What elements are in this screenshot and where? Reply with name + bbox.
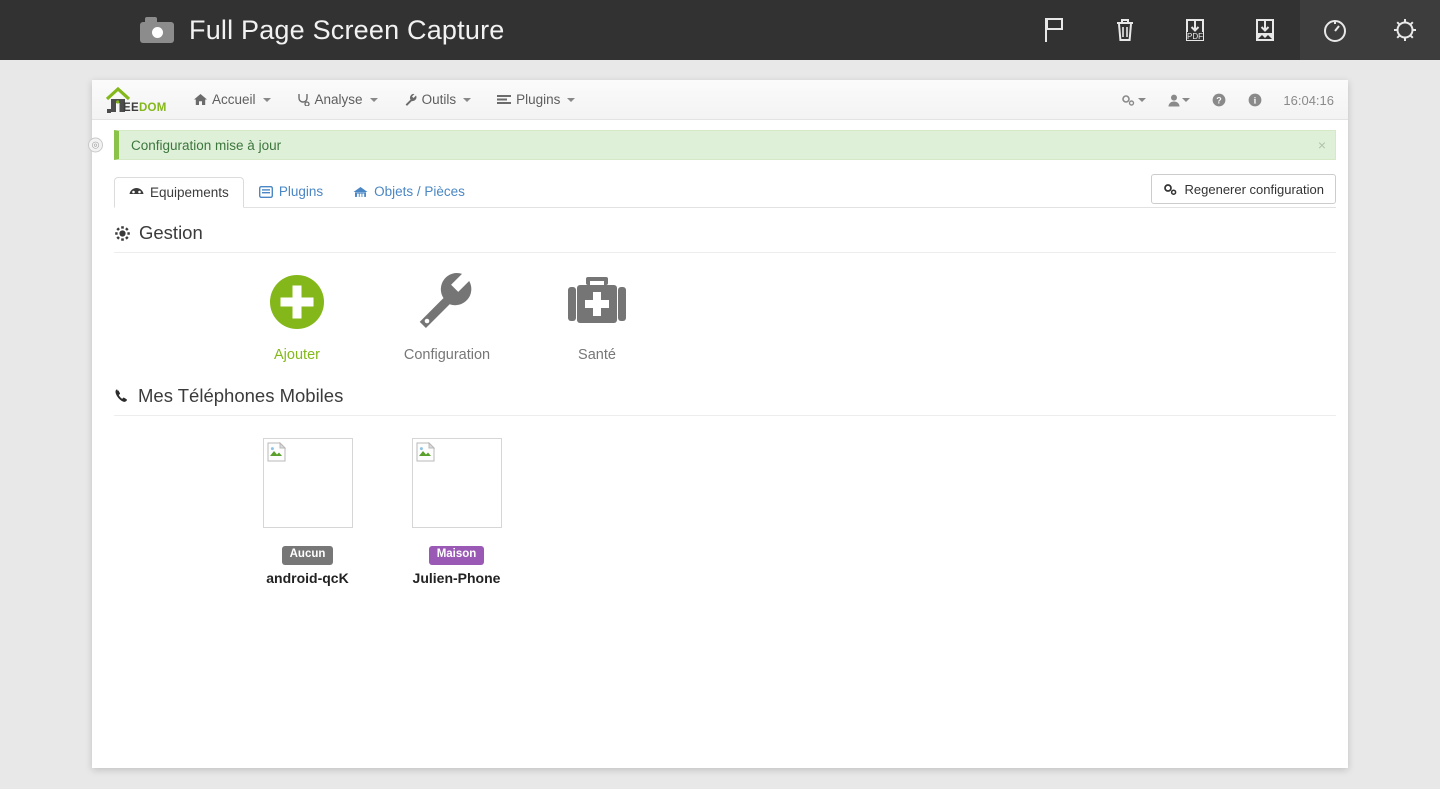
jeedom-logo[interactable]: EEDOM [103,85,167,115]
user-icon[interactable] [1157,94,1201,107]
device-thumbnail[interactable] [262,438,353,528]
close-icon[interactable]: × [1318,138,1326,152]
dashboard-icon [129,187,144,194]
tab-equipements[interactable]: Equipements [114,177,244,208]
alert-message: Configuration mise à jour [131,137,282,153]
device-name[interactable]: Julien-Phone [413,570,501,586]
nav-item-plugins[interactable]: Plugins [484,92,588,107]
extension-title: Full Page Screen Capture [189,14,505,45]
chevron-down-icon [369,97,378,102]
section-header-gestion: Gestion [114,222,1336,253]
home-icon [194,94,207,105]
app-navbar: EEDOM Accueil Analyse Outils Plugins ? i… [92,80,1348,120]
tile-ajouter[interactable]: Ajouter [222,271,372,363]
nav-item-accueil[interactable]: Accueil [181,92,284,107]
phone-icon [115,389,127,402]
chevron-down-icon [463,97,472,102]
house-icon [353,186,368,197]
svg-text:?: ? [1217,95,1223,105]
info-circle-icon[interactable]: i [1237,93,1273,107]
tile-configuration[interactable]: Configuration [372,271,522,363]
device-name[interactable]: android-qcK [266,570,348,586]
history-timer-icon[interactable] [1300,0,1370,60]
extension-action-group: PDF [1020,0,1440,60]
chevron-down-icon [262,97,271,102]
gear-icon[interactable] [1370,0,1440,60]
collapse-toggle-icon[interactable]: ◎ [88,137,103,153]
nav-menu: Accueil Analyse Outils Plugins [181,92,588,107]
nav-item-analyse[interactable]: Analyse [284,92,391,107]
status-badge: Aucun [281,546,334,565]
svg-text:PDF: PDF [1187,32,1203,41]
extension-toolbar: Full Page Screen Capture PDF [0,0,1440,60]
cogs-icon[interactable] [1110,94,1157,107]
cogs-icon [1163,183,1176,195]
list-item: Maison Julien-Phone [389,438,524,586]
flag-icon[interactable] [1020,0,1090,60]
download-pdf-icon[interactable]: PDF [1160,0,1230,60]
broken-image-icon [416,442,435,462]
download-image-icon[interactable] [1230,0,1300,60]
nav-clock: 16:04:16 [1283,92,1334,108]
chevron-down-icon [567,97,576,102]
trash-icon[interactable] [1090,0,1160,60]
logo-text: EEDOM [123,101,167,114]
section-header-phones: Mes Téléphones Mobiles [114,385,1336,416]
tile-label: Configuration [403,347,491,363]
gear-icon [115,225,130,241]
tile-label: Santé [578,347,616,363]
camera-icon [140,17,174,43]
broken-image-icon [267,442,286,462]
list-icon [497,95,512,104]
nav-item-outils[interactable]: Outils [391,92,485,107]
tab-plugins[interactable]: Plugins [244,176,338,207]
pulse-icon [297,94,310,106]
section-title: Gestion [139,222,203,243]
nav-right-group: ? i 16:04:16 [1110,80,1334,120]
question-circle-icon[interactable]: ? [1201,93,1237,107]
chevron-down-icon [1138,98,1147,102]
medkit-icon [566,271,628,333]
success-alert: Configuration mise à jour × [114,130,1336,160]
tab-objets-pieces[interactable]: Objets / Pièces [338,176,480,207]
gestion-tiles: Ajouter Configuration Santé [92,253,1348,363]
phone-card-list: Aucun android-qcK Maison Julien-Phone [92,416,1348,586]
plus-circle-icon [268,271,326,333]
status-badge: Maison [428,546,485,565]
tab-bar: Equipements Plugins Objets / Pièces Rege… [114,174,1336,208]
extension-brand: Full Page Screen Capture [140,15,504,46]
tile-sante[interactable]: Santé [522,271,672,363]
list-item: Aucun android-qcK [240,438,375,586]
device-thumbnail[interactable] [411,438,502,528]
section-title: Mes Téléphones Mobiles [138,385,344,406]
tile-label: Ajouter [274,347,320,363]
plugin-icon [258,185,273,198]
svg-text:i: i [1254,97,1257,107]
app-page: EEDOM Accueil Analyse Outils Plugins ? i… [88,80,1348,768]
regenerate-configuration-button[interactable]: Regenerer configuration [1150,174,1336,204]
wrench-icon [405,93,417,106]
alert-region: ◎ Configuration mise à jour × [88,130,1348,160]
chevron-down-icon [1182,98,1191,102]
wrench-icon [417,271,477,333]
